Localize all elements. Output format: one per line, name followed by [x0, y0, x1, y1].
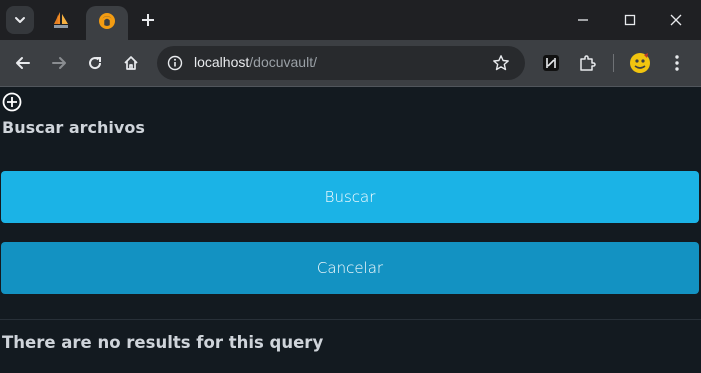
puzzle-icon [580, 55, 596, 71]
profile-button[interactable] [628, 51, 652, 75]
extensions-button[interactable] [575, 51, 599, 75]
add-button[interactable] [2, 92, 22, 112]
arrow-left-icon [16, 57, 30, 69]
plus-circle-icon [2, 92, 22, 112]
forward-button[interactable] [47, 51, 71, 75]
sailboat-favicon-icon [54, 12, 68, 28]
browser-toolbar: localhost/docuvault/ [0, 40, 701, 86]
address-bar[interactable]: localhost/docuvault/ [157, 46, 525, 80]
maximize-icon [624, 14, 636, 26]
orange-favicon-icon [99, 13, 115, 29]
search-button[interactable]: Buscar [1, 171, 699, 223]
tab-inactive[interactable] [51, 10, 71, 30]
close-window-button[interactable] [666, 10, 686, 30]
reload-icon [89, 57, 102, 70]
info-icon[interactable] [167, 55, 183, 71]
star-icon[interactable] [492, 54, 510, 72]
home-icon [124, 56, 138, 70]
reload-button[interactable] [83, 51, 107, 75]
url-path: /docuvault/ [249, 54, 317, 70]
maximize-button[interactable] [620, 10, 640, 30]
results-divider [0, 319, 701, 320]
minimize-button[interactable] [573, 10, 593, 30]
cancel-button[interactable]: Cancelar [1, 242, 699, 294]
tab-active[interactable] [86, 6, 128, 40]
page-title: Buscar archivos [2, 118, 145, 137]
close-icon [670, 14, 682, 26]
kebab-menu-icon [675, 55, 679, 71]
extension-button[interactable] [539, 51, 563, 75]
browser-tab-bar [0, 0, 701, 40]
minimize-icon [578, 19, 588, 21]
plus-icon [142, 14, 154, 26]
chevron-down-icon [15, 17, 25, 23]
home-button[interactable] [119, 51, 143, 75]
new-tab-button[interactable] [138, 10, 158, 30]
back-button[interactable] [11, 51, 35, 75]
extension-logo-icon [543, 55, 559, 71]
avatar-icon [630, 53, 650, 73]
no-results-message: There are no results for this query [2, 333, 324, 352]
toolbar-divider [0, 86, 701, 87]
arrow-right-icon [52, 57, 66, 69]
url-host: localhost [194, 54, 250, 70]
tab-search-button[interactable] [6, 6, 34, 34]
browser-menu-button[interactable] [665, 51, 689, 75]
toolbar-separator [613, 54, 614, 72]
url-text[interactable]: localhost/docuvault/ [194, 54, 317, 70]
